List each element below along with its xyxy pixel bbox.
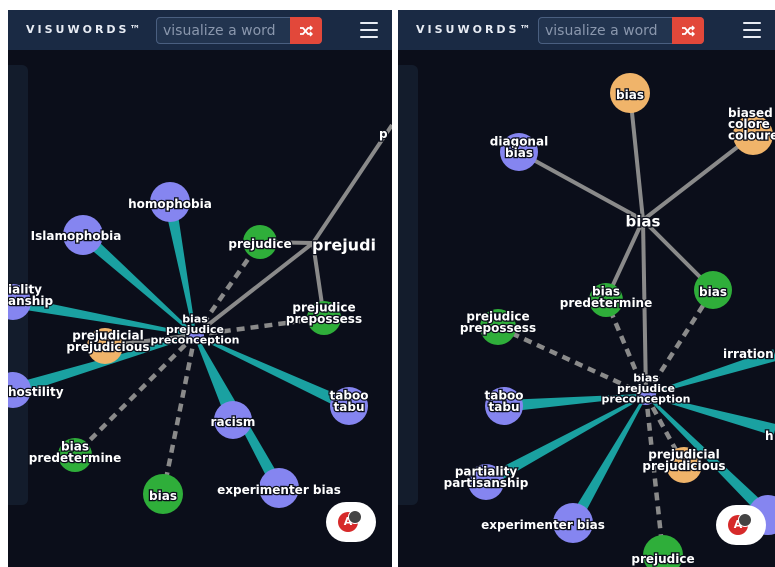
app-header: VISUWORDS™	[398, 10, 775, 50]
visuwords-panel-right: VISUWORDS™ biasprejudicepreconceptionbia…	[398, 10, 775, 567]
graph-node-label[interactable]: bias	[624, 211, 662, 232]
graph-node-label[interactable]: experimenter bias	[480, 517, 606, 534]
graph-node-label[interactable]: experimenter bias	[216, 482, 342, 499]
graph-node-label[interactable]: taboo tabu	[328, 387, 369, 415]
graph-edge	[643, 394, 666, 556]
graph-node-label[interactable]: hostility	[8, 384, 65, 401]
word-graph-right[interactable]: bias prejudice preconception bias bias diagon…	[398, 50, 775, 567]
brand-logo[interactable]: VISUWORDS™	[26, 23, 143, 36]
graph-node-label[interactable]: p	[378, 126, 390, 143]
search-box	[156, 17, 322, 44]
shuffle-icon	[682, 24, 695, 37]
translate-button[interactable]: A	[326, 502, 376, 542]
graph-node-label[interactable]: prejudicial prejudicious	[641, 446, 727, 474]
graph-node-label[interactable]: irration	[722, 346, 775, 363]
graph-edge	[160, 334, 198, 495]
graph-node-label[interactable]: iality anship	[8, 281, 55, 309]
shuffle-button[interactable]	[290, 17, 322, 44]
graph-node-label[interactable]: h	[764, 428, 775, 445]
graph-node-label[interactable]: racism	[209, 414, 256, 431]
graph-edge	[641, 133, 755, 222]
hamburger-menu-icon[interactable]	[360, 22, 378, 38]
translate-badge	[348, 510, 362, 524]
search-box	[538, 17, 704, 44]
graph-node-label[interactable]: diagonal bias	[489, 133, 550, 161]
graph-node-label[interactable]: prejudice	[630, 551, 696, 567]
graph-node-label[interactable]: bias predetermine	[28, 438, 123, 466]
graph-node-label[interactable]: bias	[148, 488, 178, 505]
graph-node-label[interactable]: partiality partisanship	[442, 463, 530, 491]
shuffle-button[interactable]	[672, 17, 704, 44]
graph-edge	[518, 150, 644, 222]
graph-node-label[interactable]: bias	[615, 87, 645, 104]
graph-node-label[interactable]: Islamophobia	[29, 228, 122, 245]
graph-node-label[interactable]: taboo tabu	[483, 387, 524, 415]
word-graph-left[interactable]: bias prejudice preconceptionhomophobiaIsla…	[8, 50, 392, 567]
visuwords-panel-left: VISUWORDS™ biasprejudicepreconceptionhom…	[8, 10, 392, 567]
search-input[interactable]	[545, 18, 669, 43]
brand-logo[interactable]: VISUWORDS™	[416, 23, 533, 36]
graph-edge	[311, 123, 392, 245]
graph-node-label[interactable]: prejudice prepossess	[459, 308, 538, 336]
graph-node-label[interactable]: bias prejudice preconception	[600, 370, 691, 406]
translate-button[interactable]: A	[716, 505, 766, 545]
graph-node-label[interactable]: prejudice prepossess	[285, 299, 364, 327]
shuffle-icon	[300, 24, 313, 37]
graph-node-label[interactable]: homophobia	[127, 196, 213, 213]
search-input[interactable]	[163, 18, 287, 43]
hamburger-menu-icon[interactable]	[743, 22, 761, 38]
graph-node-label[interactable]: prejudicial prejudicious	[65, 327, 151, 355]
graph-node-label[interactable]: bias predetermine	[559, 283, 654, 311]
app-header: VISUWORDS™	[8, 10, 392, 50]
graph-node-label[interactable]: biased colore coloure	[727, 105, 775, 144]
translate-badge	[738, 513, 752, 527]
graph-node-label[interactable]: prejudi	[311, 234, 378, 256]
graph-node-label[interactable]: prejudice	[227, 236, 293, 253]
graph-node-label[interactable]: bias	[698, 284, 728, 301]
